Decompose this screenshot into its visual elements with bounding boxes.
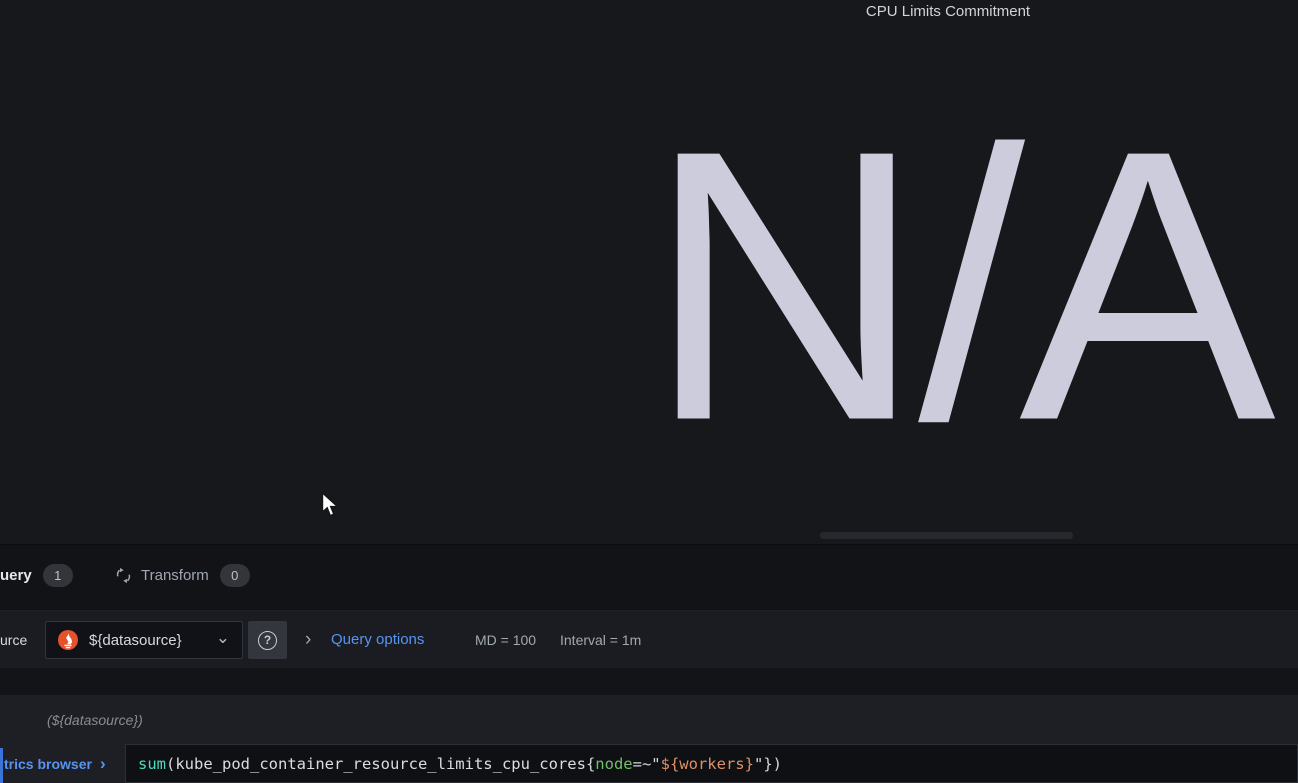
query-options-button[interactable]: Query options: [331, 611, 424, 668]
transform-icon: [115, 567, 132, 584]
mouse-cursor-icon: [321, 491, 341, 525]
query-options-chevron-icon[interactable]: ›: [305, 611, 311, 668]
datasource-label: urce: [0, 631, 28, 648]
chevron-right-icon: ›: [99, 753, 106, 773]
promql-code-input[interactable]: sum(kube_pod_container_resource_limits_c…: [125, 744, 1298, 783]
grafana-panel-edit-screen: CPU Limits Commitment N/A uery 1 Transfo…: [0, 0, 1298, 783]
panel-visualization: CPU Limits Commitment N/A: [0, 0, 1298, 545]
editor-tabbar: uery 1 Transform 0: [0, 545, 1298, 611]
tab-transform[interactable]: Transform 0: [115, 545, 250, 605]
query-editor-card: (${datasource}) trics browser › sum(kube…: [0, 695, 1298, 783]
panel-title: CPU Limits Commitment: [865, 3, 1031, 20]
chevron-down-icon: ⌄: [215, 627, 230, 647]
max-data-points-summary: MD = 100: [475, 631, 537, 648]
stat-no-data-value: N/A: [646, 69, 1276, 501]
tab-query-label: uery: [0, 566, 32, 584]
datasource-picker[interactable]: ${datasource} ⌄: [45, 621, 243, 659]
prometheus-icon: [58, 630, 78, 650]
metrics-browser-button[interactable]: trics browser ›: [0, 744, 106, 783]
datasource-picker-value: ${datasource}: [89, 631, 182, 649]
datasource-help-button[interactable]: ?: [248, 621, 287, 659]
tab-transform-label: Transform: [141, 566, 209, 584]
query-editor-strip: trics browser › sum(kube_pod_container_r…: [0, 744, 1298, 783]
tab-query[interactable]: uery 1: [0, 545, 73, 605]
help-icon: ?: [258, 630, 277, 650]
metrics-browser-label: trics browser: [4, 755, 92, 772]
interval-summary: Interval = 1m: [560, 631, 642, 648]
tab-transform-count-badge: 0: [219, 563, 250, 587]
tab-query-count-badge: 1: [42, 563, 73, 587]
horizontal-scrollbar[interactable]: [820, 532, 1073, 539]
promql-code: sum(kube_pod_container_resource_limits_c…: [138, 754, 782, 773]
datasource-row: urce ${datasource} ⌄ ? › Query options M…: [0, 611, 1298, 668]
query-row-datasource-header: (${datasource}): [47, 711, 143, 728]
